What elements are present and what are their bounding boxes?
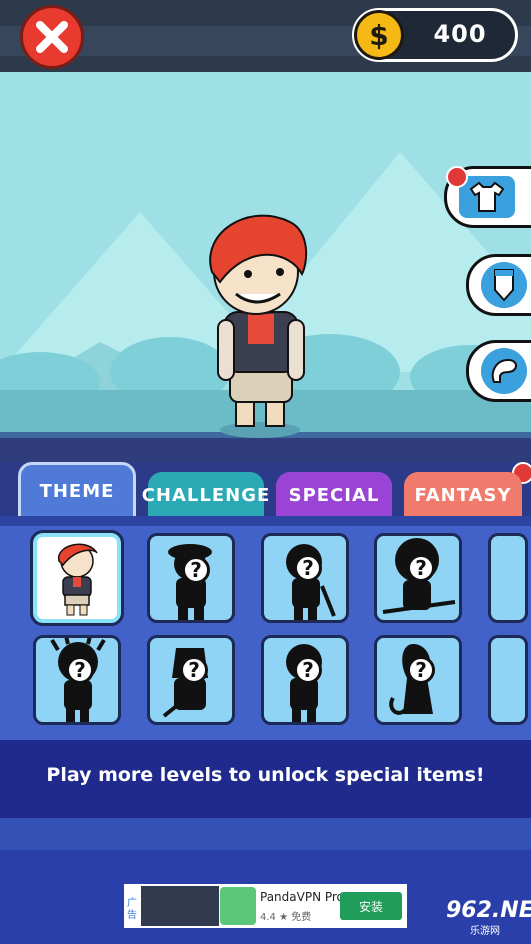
question-mark-icon: ?: [407, 656, 435, 684]
coin-count: 400: [433, 20, 487, 48]
ad-install-button[interactable]: 安装: [340, 892, 402, 920]
item-cell-selected[interactable]: [30, 530, 124, 626]
question-mark-icon: ?: [407, 554, 435, 582]
ad-title: PandaVPN Pro: [260, 890, 344, 904]
ad-meta: 4.4 ★ 免费: [260, 912, 312, 923]
locked-item-cell[interactable]: ?: [147, 533, 235, 623]
category-shoes-button[interactable]: [466, 340, 531, 402]
locked-item-cell[interactable]: ?: [374, 533, 462, 623]
locked-item-cell-partial[interactable]: [488, 533, 528, 623]
ad-screenshot: [141, 886, 219, 926]
question-mark-icon: ?: [294, 554, 322, 582]
question-mark-icon: ?: [182, 556, 210, 584]
character-preview: [0, 72, 531, 438]
close-x-icon: [36, 21, 68, 53]
question-mark-icon: ?: [294, 656, 322, 684]
pants-icon: [481, 262, 527, 308]
watermark-logo: 962.NET: [446, 898, 531, 923]
locked-item-cell[interactable]: ?: [147, 635, 235, 725]
category-pants-button[interactable]: [466, 254, 531, 316]
panda-logo-icon: [220, 887, 256, 925]
watermark-subtitle: 乐游网: [470, 926, 500, 937]
new-badge: [446, 166, 468, 188]
question-mark-icon: ?: [180, 656, 208, 684]
tab-theme[interactable]: THEME: [18, 462, 136, 520]
tab-fantasy[interactable]: FANTASY: [404, 472, 522, 518]
grid-top-edge: [0, 516, 531, 526]
character-thumbnail: [58, 543, 98, 616]
shoe-icon: [481, 348, 527, 394]
unlock-message: Play more levels to unlock special items…: [46, 764, 485, 786]
locked-item-cell-partial[interactable]: [488, 635, 528, 725]
ad-label: 广告: [127, 898, 137, 921]
bottom-band: [0, 818, 531, 850]
close-button[interactable]: [20, 5, 84, 69]
locked-item-cell[interactable]: ?: [33, 635, 121, 725]
floor-band: [0, 438, 531, 462]
character-avatar: [209, 214, 308, 438]
locked-item-cell[interactable]: ?: [261, 635, 349, 725]
tab-special[interactable]: SPECIAL: [276, 472, 392, 518]
locked-item-cell[interactable]: ?: [261, 533, 349, 623]
locked-item-cell[interactable]: ?: [374, 635, 462, 725]
tshirt-icon: [459, 176, 515, 218]
dollar-coin-icon: $: [354, 10, 404, 60]
question-mark-icon: ?: [66, 656, 94, 684]
tab-challenge[interactable]: CHALLENGE: [142, 472, 269, 518]
